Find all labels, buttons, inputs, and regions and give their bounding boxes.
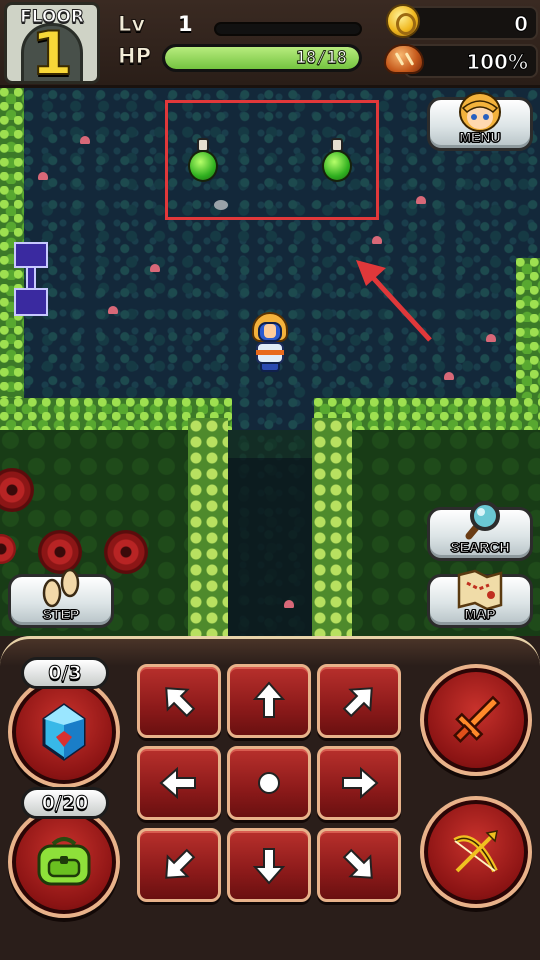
mushroom-icon: [444, 372, 454, 380]
minimap-corridor: [26, 266, 36, 290]
food-counter: 100%: [404, 44, 538, 78]
corridor: [228, 458, 312, 636]
player-character: [248, 312, 292, 372]
mushroom-icon: [416, 196, 426, 204]
bow-arrow-icon: [453, 830, 498, 873]
flower-icon: [104, 530, 148, 574]
footprints-icon: [42, 568, 80, 608]
bow-button[interactable]: [420, 796, 532, 908]
mushroom-icon: [108, 306, 118, 314]
minimap-room: [14, 288, 48, 316]
arrow-up-icon: [252, 681, 286, 718]
mushroom-icon: [372, 236, 382, 244]
map-button[interactable]: MAP: [427, 569, 533, 628]
menu-button[interactable]: MENU: [427, 92, 533, 151]
menu-label: MENU: [459, 129, 501, 146]
hp-text: 18/18: [295, 48, 347, 69]
dpad-up-right-button[interactable]: [317, 664, 401, 738]
vine-wall: [312, 418, 352, 636]
crystal-count-badge: 0/3: [21, 657, 109, 689]
arrow-down-left-icon: [165, 848, 196, 879]
arrow-down-right-icon: [342, 848, 373, 879]
dpad-down-left-button[interactable]: [137, 828, 221, 902]
map-label: MAP: [464, 606, 496, 623]
arrow-up-right-icon: [342, 687, 373, 718]
avatar-icon: [459, 92, 501, 132]
status-hud: FLOOR 1 Lv 1 HP 18/18 0 100%: [0, 0, 540, 88]
floor-indicator: FLOOR 1: [4, 2, 100, 84]
arrow-down-icon: [252, 848, 286, 885]
mushroom-icon: [150, 264, 160, 272]
pointer-arrow-icon: [356, 260, 432, 342]
dpad-up-button[interactable]: [227, 664, 311, 738]
dpad-down-button[interactable]: [227, 828, 311, 902]
magnifier-icon: [465, 501, 500, 540]
dpad-left-button[interactable]: [137, 746, 221, 820]
vine-wall: [188, 418, 228, 636]
level-value: 1: [178, 12, 193, 36]
crystal-button[interactable]: [8, 676, 120, 788]
crystal-icon: [42, 703, 86, 761]
hedge-wall: [516, 258, 540, 408]
level-label: Lv: [117, 12, 146, 37]
mushroom-icon: [38, 172, 48, 180]
attack-button[interactable]: [420, 664, 532, 776]
dpad-up-left-button[interactable]: [137, 664, 221, 738]
sword-icon: [453, 695, 501, 743]
hp-bar: 18/18: [162, 44, 362, 72]
bag-button[interactable]: [8, 806, 120, 918]
bag-count-badge: 0/20: [21, 787, 109, 819]
hp-label: HP: [118, 44, 152, 69]
arrow-right-icon: [342, 766, 379, 800]
dungeon-map[interactable]: MENU SEARCH MAP STEP: [0, 88, 540, 636]
exp-bar: [214, 22, 362, 36]
step-button[interactable]: STEP: [8, 568, 114, 628]
search-button[interactable]: SEARCH: [427, 501, 533, 561]
dpad-down-right-button[interactable]: [317, 828, 401, 902]
step-label: STEP: [42, 606, 80, 623]
minimap-room: [14, 242, 48, 268]
search-label: SEARCH: [450, 539, 510, 556]
floor-number: 1: [30, 19, 74, 84]
highlight-box: [165, 100, 379, 220]
food-value: 100%: [466, 50, 529, 75]
coin-icon: [386, 4, 420, 38]
mushroom-icon: [284, 600, 294, 608]
arrow-left-icon: [159, 766, 196, 800]
dpad-wait-button[interactable]: [227, 746, 311, 820]
bread-icon: [384, 44, 424, 74]
mushroom-icon: [80, 136, 90, 144]
dot-icon: [258, 772, 280, 794]
dpad-right-button[interactable]: [317, 746, 401, 820]
arrow-up-left-icon: [165, 687, 196, 718]
mushroom-icon: [486, 334, 496, 342]
minimap: [14, 242, 52, 318]
gold-counter: 0: [404, 6, 538, 40]
map-scroll-icon: [457, 569, 503, 611]
gold-value: 0: [514, 12, 529, 37]
backpack-icon: [37, 837, 91, 886]
